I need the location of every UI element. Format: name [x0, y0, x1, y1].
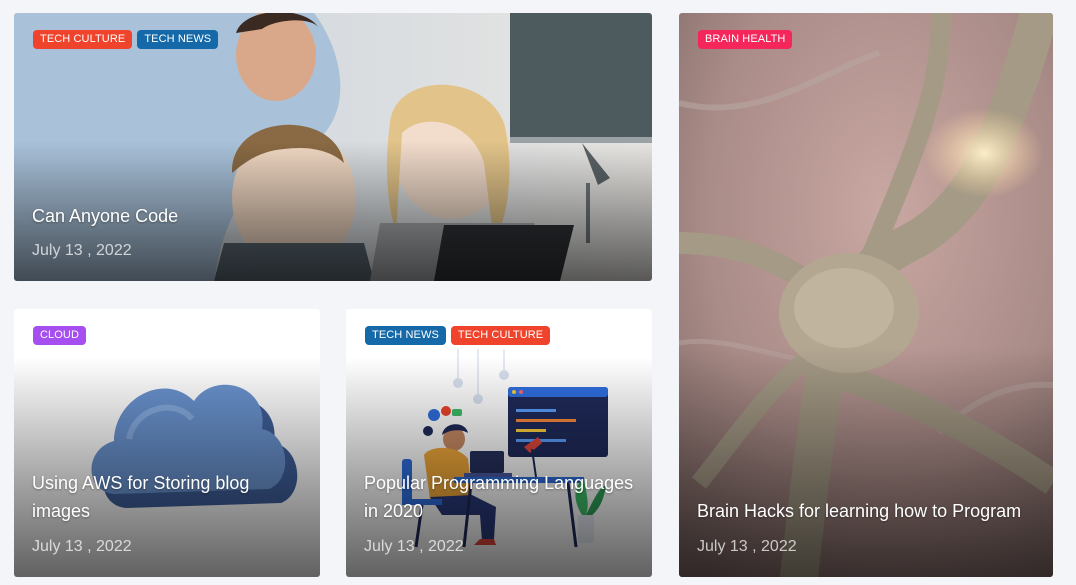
post-date: July 13 , 2022 [697, 538, 797, 555]
post-title[interactable]: Can Anyone Code [32, 202, 636, 230]
tag-badge[interactable]: TECH NEWS [137, 30, 219, 49]
post-title[interactable]: Using AWS for Storing blog images [32, 469, 304, 525]
tag-list: BRAIN HEALTH [698, 30, 793, 49]
post-title[interactable]: Popular Programming Languages in 2020 [364, 469, 636, 525]
tag-badge[interactable]: TECH NEWS [365, 326, 446, 345]
post-title[interactable]: Brain Hacks for learning how to Program [697, 497, 1037, 525]
tag-list: TECH NEWS TECH CULTURE [365, 326, 551, 345]
tag-list: CLOUD [33, 326, 87, 345]
tag-list: TECH CULTURE TECH NEWS [33, 30, 219, 49]
post-date: July 13 , 2022 [32, 242, 132, 259]
tag-badge[interactable]: TECH CULTURE [450, 326, 551, 345]
tag-badge[interactable]: CLOUD [33, 326, 87, 345]
post-date: July 13 , 2022 [32, 538, 132, 555]
post-card-brain-hacks[interactable]: BRAIN HEALTH Brain Hacks for learning ho… [679, 13, 1053, 577]
post-date: July 13 , 2022 [364, 538, 464, 555]
post-card-popular-languages[interactable]: TECH NEWS TECH CULTURE Popular Programmi… [346, 309, 652, 577]
post-card-can-anyone-code[interactable]: TECH CULTURE TECH NEWS Can Anyone Code J… [14, 13, 652, 281]
tag-badge[interactable]: TECH CULTURE [33, 30, 133, 49]
post-card-aws-blog-images[interactable]: CLOUD Using AWS for Storing blog images … [14, 309, 320, 577]
tag-badge[interactable]: BRAIN HEALTH [698, 30, 793, 49]
